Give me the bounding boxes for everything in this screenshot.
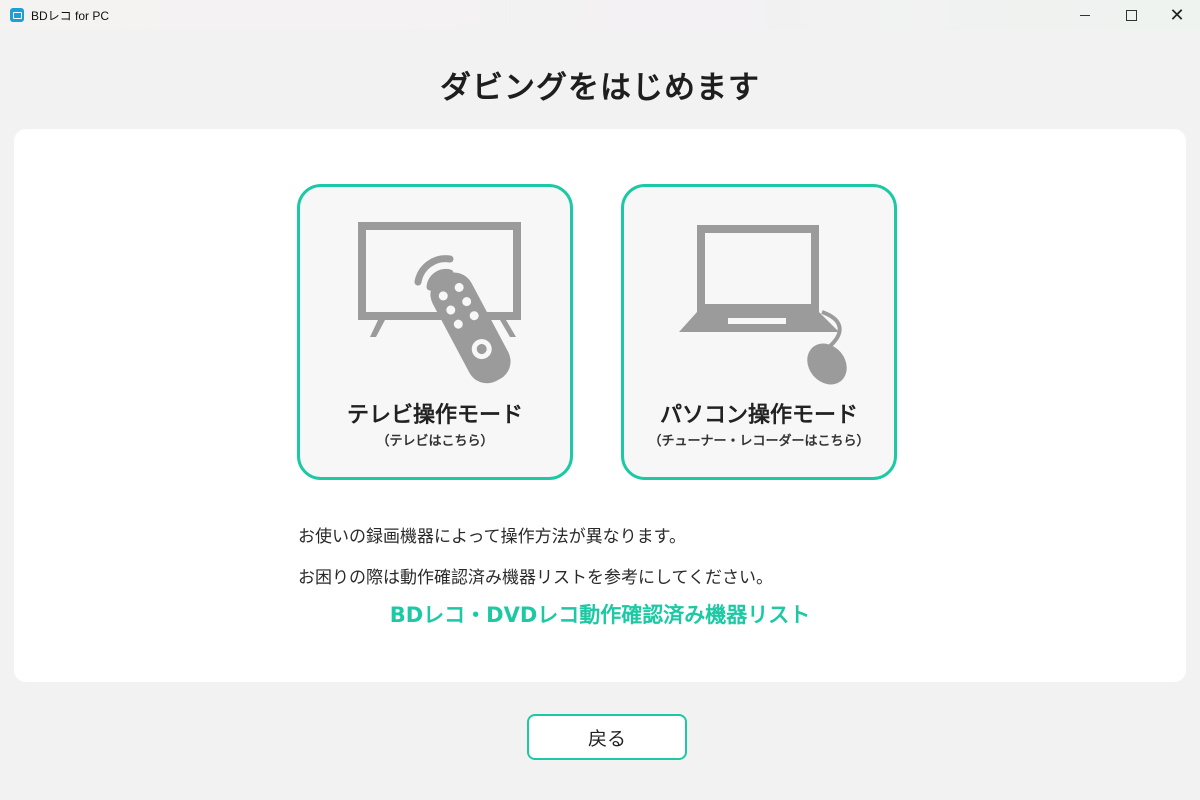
back-button[interactable]: 戻る [527,714,687,760]
pc-mode-label: パソコン操作モード [659,403,858,428]
maximize-icon [1125,9,1137,21]
window-title: BDレコ for PC [31,8,110,23]
pc-mode-sublabel: （チューナー・レコーダーはこちら） [648,434,870,449]
tv-remote-icon [358,222,521,384]
maximize-button[interactable] [1108,0,1154,30]
window-controls: ✕ [1062,0,1200,30]
window-titlebar[interactable]: BDレコ for PC ✕ [0,0,1200,30]
tv-mode-label: テレビ操作モード [346,403,523,428]
minimize-button[interactable] [1062,0,1108,30]
info-text-line2: お困りの際は動作確認済み機器リストを参考にしてください。 [298,568,773,588]
page-title: ダビングをはじめます [440,70,760,106]
app-icon [10,8,24,22]
tv-mode-button[interactable]: テレビ操作モード （テレビはこちら） [297,184,573,480]
info-text-line1: お使いの録画機器によって操作方法が異なります。 [298,527,686,547]
close-button[interactable]: ✕ [1154,0,1200,30]
pc-mode-button[interactable]: パソコン操作モード （チューナー・レコーダーはこちら） [621,184,897,480]
laptop-mouse-icon [679,225,847,385]
device-list-link[interactable]: BDレコ・DVDレコ動作確認済み機器リスト [0,599,1200,629]
minimize-icon [1080,14,1090,16]
close-icon: ✕ [1169,4,1185,26]
tv-mode-sublabel: （テレビはこちら） [376,434,494,449]
